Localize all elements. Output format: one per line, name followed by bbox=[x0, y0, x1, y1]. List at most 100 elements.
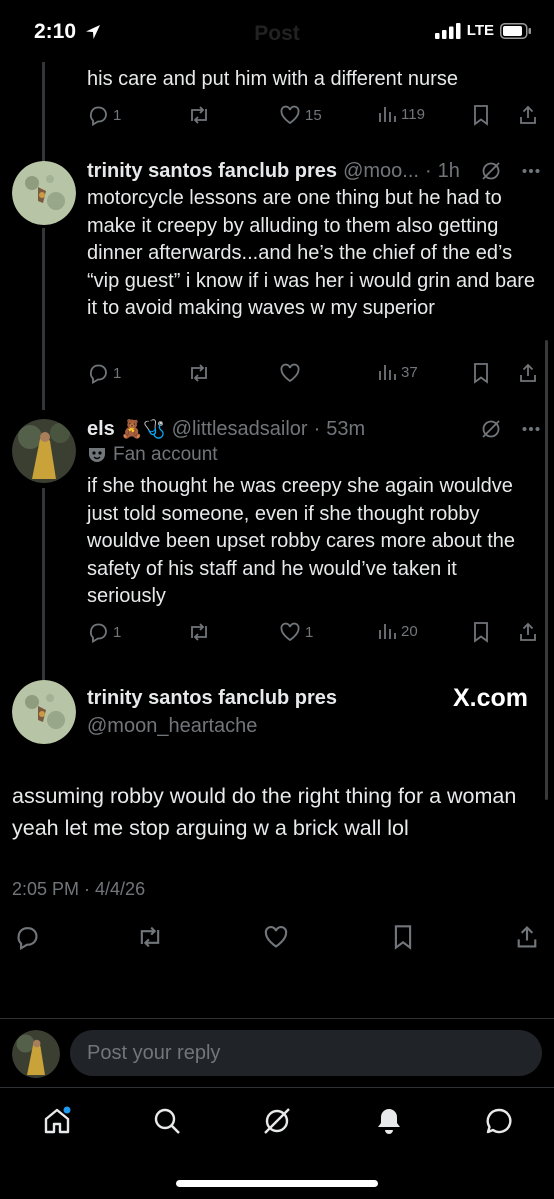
tweet-2[interactable]: trinity santos fanclub pres @moo... · 1h… bbox=[0, 155, 554, 395]
reply-icon bbox=[89, 623, 107, 643]
reply-icon bbox=[89, 364, 107, 384]
messages-tab[interactable] bbox=[484, 1106, 514, 1141]
share-icon bbox=[520, 105, 536, 124]
notifications-icon bbox=[378, 1109, 400, 1134]
tweet-actions: 1 15 119 bbox=[87, 104, 540, 130]
tweet-text: if she thought he was creepy she again w… bbox=[87, 475, 516, 607]
divider bbox=[0, 1018, 554, 1019]
tweet-actions: 1 1 20 bbox=[87, 621, 540, 647]
share-button[interactable] bbox=[517, 621, 539, 643]
view-count: 119 bbox=[401, 105, 425, 123]
status-bar: 2:10 Post LTE bbox=[0, 0, 554, 66]
home-icon bbox=[44, 1106, 71, 1134]
bottom-nav bbox=[0, 1088, 554, 1158]
signal-icon bbox=[434, 22, 461, 39]
like-button[interactable] bbox=[279, 362, 301, 384]
reply-count: 1 bbox=[113, 106, 122, 124]
grok-icon[interactable] bbox=[480, 160, 502, 182]
grok-tab[interactable] bbox=[262, 1106, 292, 1141]
search-tab[interactable] bbox=[152, 1106, 182, 1141]
more-icon[interactable] bbox=[522, 168, 540, 174]
network-type: LTE bbox=[466, 22, 494, 39]
x-com-watermark: X.com bbox=[452, 684, 528, 712]
reply-icon[interactable] bbox=[14, 924, 40, 950]
repost-icon bbox=[191, 106, 207, 124]
views-icon bbox=[379, 107, 396, 122]
views-icon bbox=[379, 624, 396, 639]
more-icon[interactable] bbox=[522, 426, 540, 432]
bookmark-button[interactable] bbox=[471, 621, 491, 643]
repost-icon bbox=[191, 623, 207, 641]
tweet-text: motorcycle lessons are one thing but he … bbox=[87, 187, 535, 319]
reply-count: 1 bbox=[113, 623, 122, 641]
fan-account-text: Fan account bbox=[113, 444, 218, 465]
view-count: 20 bbox=[401, 622, 418, 640]
tweet-1[interactable]: his care and put him with a different nu… bbox=[0, 66, 554, 136]
tweet-time: 53m bbox=[326, 418, 366, 440]
reply-icon bbox=[89, 106, 107, 126]
main-post: trinity santos fanclub pres @moon_hearta… bbox=[0, 676, 554, 756]
author-handle[interactable]: @littlesadsailor bbox=[172, 416, 308, 442]
views-button[interactable]: 20 bbox=[377, 621, 418, 641]
tweet-header-icons bbox=[480, 160, 540, 182]
reply-input[interactable]: Post your reply bbox=[70, 1030, 542, 1076]
share-button[interactable] bbox=[517, 362, 539, 384]
author-handle[interactable]: @moo... bbox=[343, 158, 419, 184]
like-button[interactable]: 1 bbox=[279, 621, 313, 643]
grok-icon bbox=[264, 1108, 290, 1134]
tweet-header-icons bbox=[480, 418, 540, 440]
heart-icon bbox=[280, 622, 300, 642]
like-count: 1 bbox=[305, 623, 314, 641]
status-indicators: LTE bbox=[434, 22, 532, 39]
search-icon bbox=[154, 1108, 180, 1134]
avatar[interactable] bbox=[12, 680, 76, 744]
tweet-header: els 🧸🩺 @littlesadsailor · 53m bbox=[87, 416, 366, 442]
bookmark-icon bbox=[474, 105, 488, 126]
fan-account-label: Fan account bbox=[87, 442, 540, 468]
repost-button[interactable] bbox=[187, 362, 211, 384]
share-icon bbox=[520, 363, 536, 382]
tweet-text: his care and put him with a different nu… bbox=[87, 68, 458, 90]
home-tab[interactable] bbox=[42, 1106, 72, 1141]
view-count: 37 bbox=[401, 363, 418, 381]
reply-bar: Post your reply bbox=[0, 1030, 554, 1080]
battery-icon bbox=[500, 22, 531, 39]
notifications-tab[interactable] bbox=[374, 1106, 404, 1141]
grok-icon[interactable] bbox=[480, 418, 502, 440]
home-indicator bbox=[176, 1180, 378, 1187]
like-button[interactable]: 15 bbox=[279, 104, 322, 126]
share-icon bbox=[520, 622, 536, 641]
heart-icon[interactable] bbox=[263, 924, 289, 950]
reply-button[interactable]: 1 bbox=[87, 104, 121, 126]
repost-icon bbox=[191, 364, 207, 382]
scrollbar[interactable] bbox=[545, 340, 548, 800]
views-button[interactable]: 37 bbox=[377, 362, 418, 382]
bookmark-button[interactable] bbox=[471, 362, 491, 384]
author-name[interactable]: els bbox=[87, 416, 115, 442]
reply-count: 1 bbox=[113, 364, 122, 382]
avatar[interactable] bbox=[12, 161, 76, 225]
bookmark-icon bbox=[474, 363, 488, 384]
heart-icon bbox=[280, 105, 300, 125]
main-post-timestamp: 2:05 PM · 4/4/26 bbox=[12, 879, 146, 899]
bookmark-icon[interactable] bbox=[391, 924, 415, 950]
name-emojis: 🧸🩺 bbox=[120, 419, 166, 439]
repost-icon[interactable] bbox=[136, 924, 164, 950]
repost-button[interactable] bbox=[187, 621, 211, 643]
repost-button[interactable] bbox=[187, 104, 211, 126]
share-button[interactable] bbox=[517, 104, 539, 126]
main-post-text: assuming robby would do the right thing … bbox=[12, 784, 517, 840]
author-handle[interactable]: @moon_heartache bbox=[87, 712, 540, 740]
reply-button[interactable]: 1 bbox=[87, 362, 121, 384]
views-button[interactable]: 119 bbox=[377, 104, 425, 124]
reply-button[interactable]: 1 bbox=[87, 621, 121, 643]
avatar[interactable] bbox=[12, 419, 76, 483]
like-count: 15 bbox=[305, 106, 322, 124]
share-icon[interactable] bbox=[514, 924, 540, 950]
bookmark-button[interactable] bbox=[471, 104, 491, 126]
tweet-3[interactable]: els 🧸🩺 @littlesadsailor · 53m Fan accoun… bbox=[0, 413, 554, 653]
tweet-actions: 1 37 bbox=[87, 362, 540, 388]
tweet-header: trinity santos fanclub pres @moo... · 1h bbox=[87, 158, 460, 184]
bookmark-icon bbox=[474, 622, 488, 643]
author-name[interactable]: trinity santos fanclub pres bbox=[87, 158, 337, 184]
